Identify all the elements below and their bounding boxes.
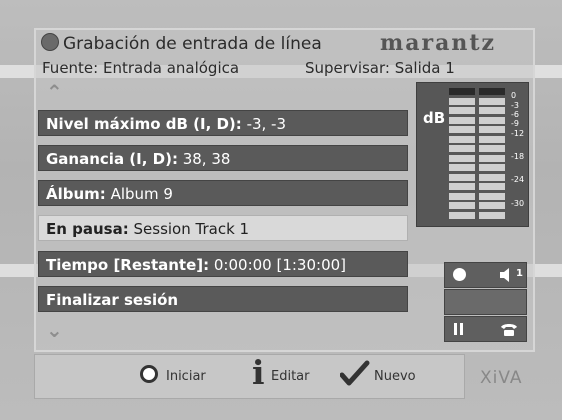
- meter-segment: [479, 116, 505, 124]
- pause-phone-control: [444, 316, 527, 342]
- meter-segment: [479, 154, 505, 162]
- meter-segment: [479, 183, 505, 190]
- speaker-icon[interactable]: [499, 267, 515, 283]
- volume-value: 1: [516, 268, 523, 279]
- meter-segment: [479, 97, 505, 105]
- meter-scale-label: -9: [511, 119, 519, 128]
- meter-scale-label: -6: [511, 110, 519, 119]
- blank-control: [444, 289, 527, 315]
- info-icon[interactable]: i: [252, 355, 265, 391]
- record-icon[interactable]: [453, 268, 466, 281]
- meter-segment: [449, 154, 475, 162]
- list-item-gain[interactable]: Ganancia (I, D): 38, 38: [38, 145, 408, 171]
- meter-segment: [449, 211, 475, 219]
- meter-segment: [479, 164, 505, 171]
- meter-segment: [449, 88, 475, 95]
- edit-button[interactable]: Editar: [271, 369, 310, 384]
- xiva-logo: XiVA: [480, 368, 523, 388]
- record-dot-icon: [41, 33, 59, 51]
- list-item-paused[interactable]: En pausa: Session Track 1: [38, 215, 408, 241]
- meter-segment: [449, 116, 475, 124]
- meter-segment: [449, 97, 475, 105]
- list-item-max-level[interactable]: Nivel máximo dB (I, D): -3, -3: [38, 110, 408, 136]
- new-button[interactable]: Nuevo: [374, 369, 416, 384]
- scroll-up-icon[interactable]: ⌃: [46, 80, 63, 104]
- meter-segment: [449, 164, 475, 171]
- left-channel-meter: [449, 88, 475, 222]
- level-meter: dB 0 -3 -6 -9 -12 -18 -24 -30: [416, 82, 529, 227]
- meter-segment: [449, 192, 475, 200]
- start-button[interactable]: Iniciar: [166, 369, 206, 384]
- meter-scale-label: -12: [511, 129, 525, 138]
- meter-scale-label: -30: [511, 199, 525, 208]
- scroll-down-icon[interactable]: ⌄: [46, 318, 63, 342]
- meter-segment: [479, 145, 505, 152]
- meter-segment: [449, 202, 475, 209]
- meter-segment: [479, 192, 505, 200]
- recording-screen: Grabación de entrada de línea marantz Fu…: [0, 0, 562, 420]
- meter-scale-label: 0: [511, 91, 517, 100]
- meter-scale-label: -24: [511, 175, 525, 184]
- meter-scale-label: -18: [511, 152, 525, 161]
- screen-title: Grabación de entrada de línea: [41, 33, 322, 54]
- meter-segment: [479, 135, 505, 143]
- list-item-album[interactable]: Álbum: Album 9: [38, 180, 408, 206]
- meter-segment: [449, 183, 475, 190]
- meter-segment: [479, 88, 505, 95]
- pause-icon[interactable]: [453, 323, 465, 335]
- db-label: dB: [423, 109, 446, 127]
- circle-icon[interactable]: [140, 365, 158, 383]
- list-item-time[interactable]: Tiempo [Restante]: 0:00:00 [1:30:00]: [38, 251, 408, 277]
- meter-segment: [479, 202, 505, 209]
- meter-segment: [449, 135, 475, 143]
- meter-segment: [479, 126, 505, 133]
- meter-segment: [449, 145, 475, 152]
- finish-session-button[interactable]: Finalizar sesión: [38, 286, 408, 312]
- meter-segment: [479, 107, 505, 114]
- brand-logo: marantz: [380, 30, 497, 56]
- source-label: Fuente: Entrada analógica: [42, 59, 240, 77]
- meter-segment: [479, 173, 505, 181]
- record-volume-control: 1: [444, 262, 527, 288]
- meter-segment: [479, 211, 505, 219]
- meter-scale-label: -3: [511, 101, 519, 110]
- monitor-label: Supervisar: Salida 1: [305, 59, 455, 77]
- meter-segment: [449, 126, 475, 133]
- meter-segment: [449, 107, 475, 114]
- right-channel-meter: [479, 88, 505, 222]
- checkmark-icon[interactable]: [340, 360, 370, 388]
- meter-segment: [449, 173, 475, 181]
- phone-icon[interactable]: [500, 321, 518, 337]
